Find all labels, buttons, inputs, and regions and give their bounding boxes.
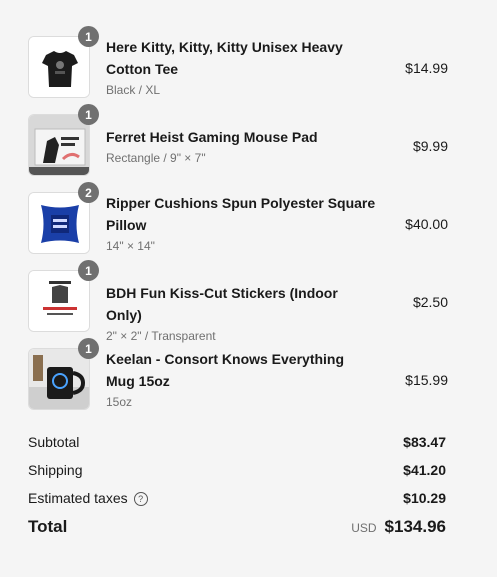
product-image-tee xyxy=(28,36,90,98)
shipping-label: Shipping xyxy=(28,462,83,478)
taxes-value: $10.29 xyxy=(403,490,446,507)
product-image-stickers xyxy=(28,270,90,332)
taxes-row: Estimated taxes? $10.29 xyxy=(28,490,446,507)
item-info: Ferret Heist Gaming Mouse Pad Rectangle … xyxy=(106,126,376,167)
item-price: $9.99 xyxy=(412,138,448,154)
currency-code: USD xyxy=(351,521,377,535)
taxes-label: Estimated taxes xyxy=(28,490,128,506)
taxes-label-group: Estimated taxes? xyxy=(28,490,148,507)
item-title: Ripper Cushions Spun Polyester Square Pi… xyxy=(106,195,376,233)
item-variant: 2" × 2" / Transparent xyxy=(106,329,216,343)
item-price: $2.50 xyxy=(412,294,448,310)
subtotal-value: $83.47 xyxy=(403,434,446,450)
item-info: Ripper Cushions Spun Polyester Square Pi… xyxy=(106,192,376,255)
item-title: Here Kitty, Kitty, Kitty Unisex Heavy Co… xyxy=(106,39,343,77)
subtotal-label: Subtotal xyxy=(28,434,80,450)
quantity-badge: 1 xyxy=(78,338,99,359)
item-title: Keelan - Consort Knows Everything Mug 15… xyxy=(106,351,345,389)
item-info: Here Kitty, Kitty, Kitty Unisex Heavy Co… xyxy=(106,36,376,99)
item-variant: Rectangle / 9" × 7" xyxy=(106,151,206,165)
item-price: $15.99 xyxy=(405,372,448,388)
product-image-mousepad xyxy=(28,114,90,176)
item-variant: 14" × 14" xyxy=(106,239,155,253)
product-image-mug xyxy=(28,348,90,410)
item-info: Keelan - Consort Knows Everything Mug 15… xyxy=(106,348,376,411)
quantity-badge: 1 xyxy=(78,104,99,125)
item-title: BDH Fun Kiss-Cut Stickers (Indoor Only) xyxy=(106,285,338,323)
subtotal-row: Subtotal $83.47 xyxy=(28,434,446,450)
quantity-badge: 1 xyxy=(78,260,99,281)
shipping-value: $41.20 xyxy=(403,462,446,478)
total-amount: USD $134.96 xyxy=(351,517,446,537)
item-price: $40.00 xyxy=(405,216,448,232)
question-circle-icon[interactable]: ? xyxy=(133,492,148,507)
quantity-badge: 1 xyxy=(78,26,99,47)
item-info: BDH Fun Kiss-Cut Stickers (Indoor Only) … xyxy=(106,282,376,345)
total-value: $134.96 xyxy=(384,517,446,536)
quantity-badge: 2 xyxy=(78,182,99,203)
item-variant: 15oz xyxy=(106,395,133,409)
shipping-row: Shipping $41.20 xyxy=(28,462,446,478)
item-price: $14.99 xyxy=(405,60,448,76)
product-image-pillow xyxy=(28,192,90,254)
item-variant: Black / XL xyxy=(106,83,161,97)
item-title: Ferret Heist Gaming Mouse Pad xyxy=(106,129,318,145)
total-row: Total USD $134.96 xyxy=(28,517,446,537)
total-label: Total xyxy=(28,517,68,536)
